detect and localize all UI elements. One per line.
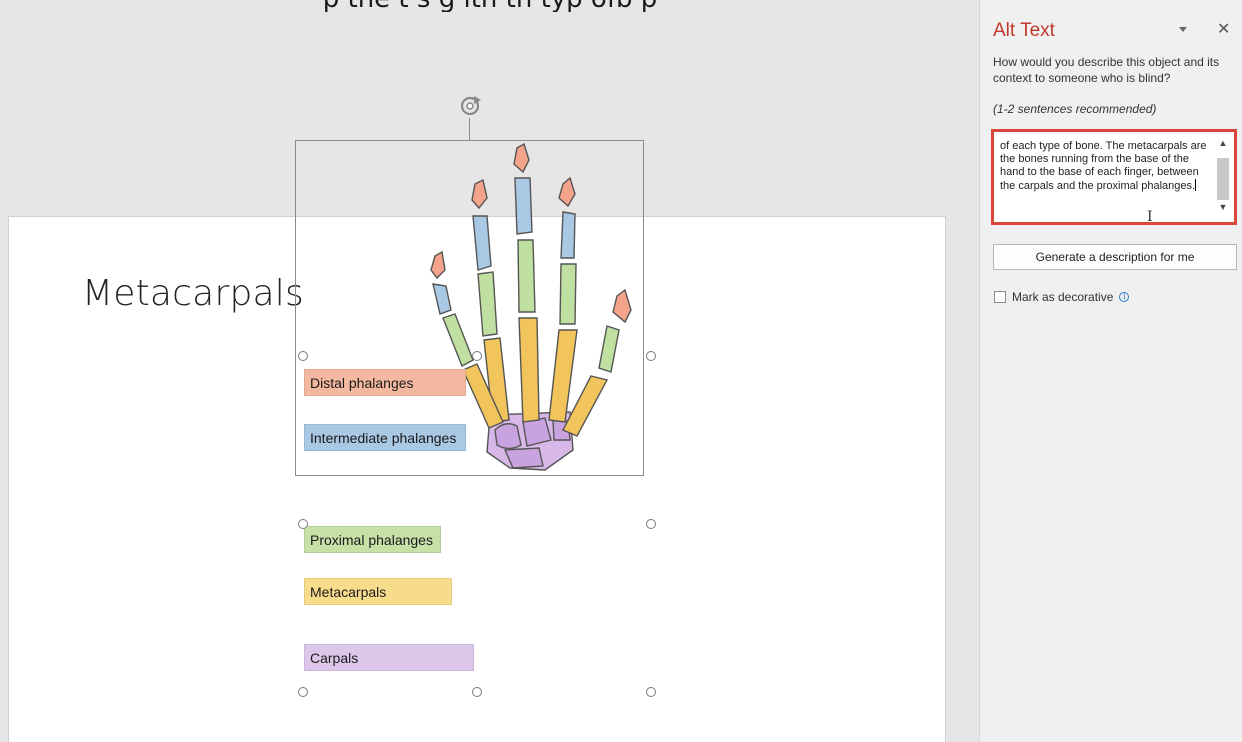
mark-decorative-row[interactable]: Mark as decorative i [994,290,1130,304]
resize-handle-sw[interactable] [298,687,308,697]
rotate-icon[interactable] [458,94,482,118]
close-icon[interactable]: ✕ [1217,19,1230,39]
ibeam-cursor-icon: I [1147,209,1153,225]
description-textarea[interactable]: of each type of bone. The metacarpals ar… [991,129,1237,225]
pane-hint: (1-2 sentences recommended) [993,102,1157,116]
slide-title[interactable]: Metacarpals [82,273,304,314]
pane-title: Alt Text [993,20,1055,41]
text-caret [1195,179,1197,191]
pane-question: How would you describe this object and i… [993,55,1220,85]
label-distal-phalanges: Distal phalanges [304,369,466,396]
description-text[interactable]: of each type of bone. The metacarpals ar… [1000,140,1214,193]
resize-handle-s[interactable] [472,687,482,697]
label-proximal-phalanges: Proximal phalanges [304,526,441,553]
mark-decorative-checkbox[interactable] [994,291,1006,303]
resize-handle-nw[interactable] [298,351,308,361]
cropped-header-text: p the t s g ith th typ ofb p [0,0,980,12]
info-icon[interactable]: i [1119,292,1130,302]
label-carpals: Carpals [304,644,474,671]
label-intermediate-phalanges: Intermediate phalanges [304,424,466,451]
resize-handle-se[interactable] [646,687,656,697]
alt-text-pane: Alt Text ✕ How would you describe this o… [979,0,1242,742]
generate-description-button[interactable]: Generate a description for me [993,244,1237,270]
resize-handle-ne[interactable] [646,351,656,361]
rotate-stem [469,118,470,140]
mark-decorative-label[interactable]: Mark as decorative [1012,290,1113,304]
description-scrollbar[interactable]: ▲ ▼ [1216,138,1230,216]
resize-handle-e[interactable] [646,519,656,529]
resize-handle-w[interactable] [298,519,308,529]
scroll-up-icon[interactable]: ▲ [1216,138,1230,150]
chevron-down-icon[interactable] [1176,22,1190,36]
scroll-down-icon[interactable]: ▼ [1216,202,1230,214]
resize-handle-n[interactable] [472,351,482,361]
scroll-thumb[interactable] [1217,158,1229,200]
label-metacarpals: Metacarpals [304,578,452,605]
